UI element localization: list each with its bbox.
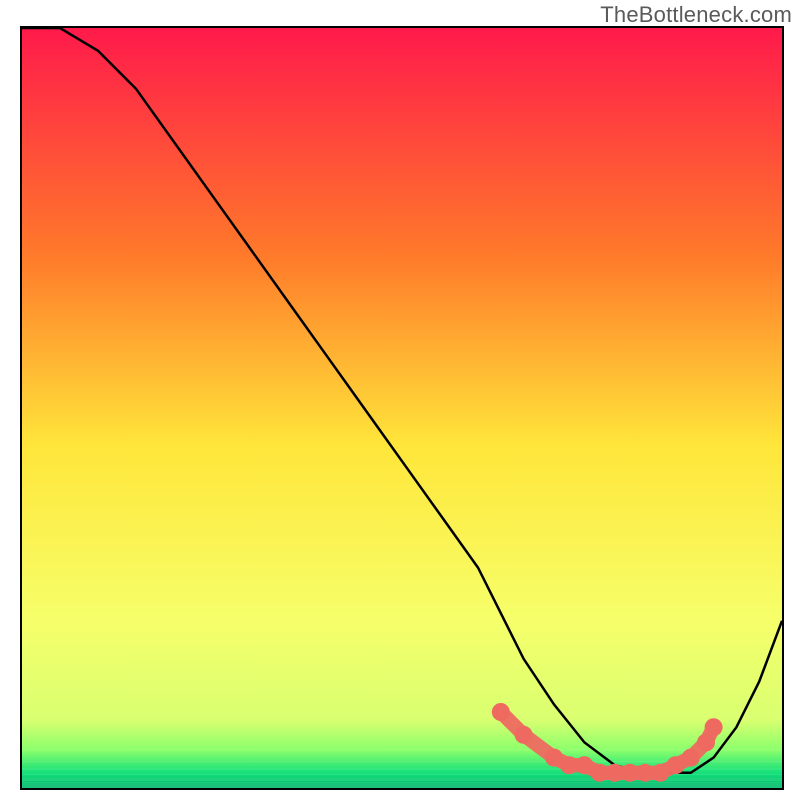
marker-dot — [492, 703, 510, 721]
chart-svg — [22, 28, 782, 788]
plot-area — [20, 26, 784, 790]
marker-dot — [515, 726, 533, 744]
marker-dot — [682, 749, 700, 767]
chart-canvas: TheBottleneck.com — [0, 0, 800, 800]
watermark-text: TheBottleneck.com — [600, 2, 792, 28]
gradient-background — [22, 28, 782, 788]
marker-dot — [705, 718, 723, 736]
